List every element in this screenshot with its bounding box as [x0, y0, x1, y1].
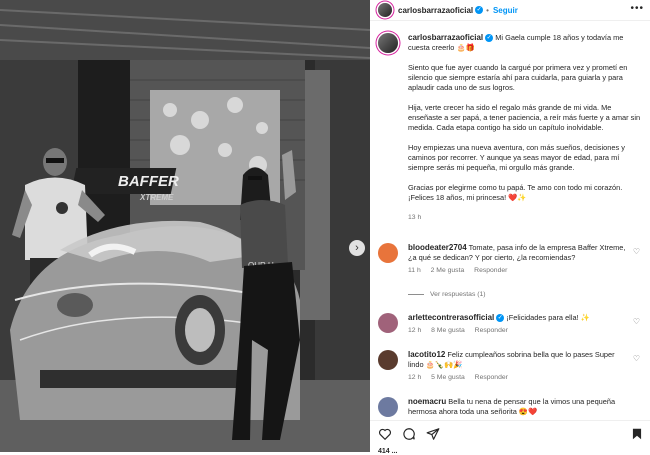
- separator-dot: •: [486, 5, 489, 15]
- comment-item: bloodeater2704 Tomate, pasa info de la e…: [378, 243, 640, 276]
- post-side-panel: carlosbarrazaoficial ✓ • Seguir ••• carl…: [370, 0, 650, 455]
- post-header: carlosbarrazaoficial ✓ • Seguir •••: [370, 0, 650, 21]
- brand-text: BAFFER: [118, 173, 179, 190]
- comment-icon[interactable]: [402, 427, 416, 441]
- brand-subtext: XTREME: [139, 193, 174, 202]
- post-caption: carlosbarrazaoficial ✓ Mi Gaela cumple 18…: [378, 33, 642, 223]
- verified-icon: ✓: [485, 34, 494, 43]
- share-icon[interactable]: [426, 427, 440, 441]
- comment-username[interactable]: noemacru: [408, 397, 446, 406]
- comment-meta: 12 h 8 Me gusta Responder: [408, 326, 626, 336]
- header-avatar[interactable]: [378, 3, 392, 17]
- comment-avatar[interactable]: [378, 397, 398, 417]
- bookmark-icon[interactable]: [630, 427, 644, 441]
- comment-username[interactable]: bloodeater2704: [408, 243, 467, 252]
- comment-likes[interactable]: 5 Me gusta: [431, 374, 465, 381]
- comment-item: noemacru Bella tu nena de pensar que la …: [378, 397, 640, 417]
- comment-avatar[interactable]: [378, 243, 398, 263]
- caption-avatar[interactable]: [378, 33, 398, 53]
- verified-icon: ✓: [496, 314, 505, 323]
- header-username[interactable]: carlosbarrazaoficial: [398, 6, 473, 15]
- heart-icon[interactable]: [378, 427, 392, 441]
- heart-icon[interactable]: ♡: [633, 354, 640, 364]
- action-bar: 414 ...: [370, 420, 650, 455]
- comment-time: 11 h: [408, 267, 421, 274]
- verified-icon: ✓: [475, 6, 484, 14]
- photo-image: BAFFER XTREME: [0, 0, 370, 452]
- caption-paragraph-3: Hoy empiezas una nueva aventura, con más…: [408, 143, 625, 172]
- comment-reply-button[interactable]: Responder: [475, 374, 508, 381]
- comment-item: arlettecontrerasofficial ✓ ¡Felicidades p…: [378, 313, 640, 336]
- caption-paragraph-2: Hija, verte crecer ha sido el regalo más…: [408, 103, 641, 132]
- view-replies-link[interactable]: Ver respuestas (1): [408, 291, 486, 298]
- caption-time: 13 h: [408, 214, 422, 221]
- caption-username[interactable]: carlosbarrazaoficial: [408, 33, 483, 42]
- comment-text: ¡Felicidades para ella! ✨: [506, 313, 590, 322]
- comment-reply-button[interactable]: Responder: [475, 327, 508, 334]
- comment-meta: 12 h 5 Me gusta Responder: [408, 373, 626, 383]
- caption-paragraph-4: Gracias por elegirme como tu papá. Te am…: [408, 183, 623, 202]
- next-photo-button[interactable]: ›: [349, 240, 365, 256]
- comment-avatar[interactable]: [378, 313, 398, 333]
- heart-icon[interactable]: ♡: [633, 247, 640, 257]
- view-replies-text: Ver respuestas (1): [430, 291, 486, 298]
- comment-meta: 11 h 2 Me gusta Responder: [408, 266, 626, 276]
- caption-paragraph-1: Siento que fue ayer cuando la cargué por…: [408, 63, 628, 92]
- post-photo[interactable]: BAFFER XTREME ›: [0, 0, 370, 452]
- heart-icon[interactable]: ♡: [633, 317, 640, 327]
- comment-reply-button[interactable]: Responder: [474, 267, 507, 274]
- comment-time: 12 h: [408, 374, 422, 381]
- comment-likes[interactable]: 8 Me gusta: [431, 327, 465, 334]
- comment-item: lacotito12 Feliz cumpleaños sobrina bell…: [378, 350, 640, 383]
- more-icon[interactable]: •••: [630, 3, 644, 14]
- replies-divider: [408, 293, 424, 295]
- comment-username[interactable]: lacotito12: [408, 350, 445, 359]
- comment-likes[interactable]: 2 Me gusta: [431, 267, 465, 274]
- comment-username[interactable]: arlettecontrerasofficial: [408, 313, 494, 322]
- comment-time: 12 h: [408, 327, 422, 334]
- comment-avatar[interactable]: [378, 350, 398, 370]
- follow-button[interactable]: Seguir: [493, 6, 518, 15]
